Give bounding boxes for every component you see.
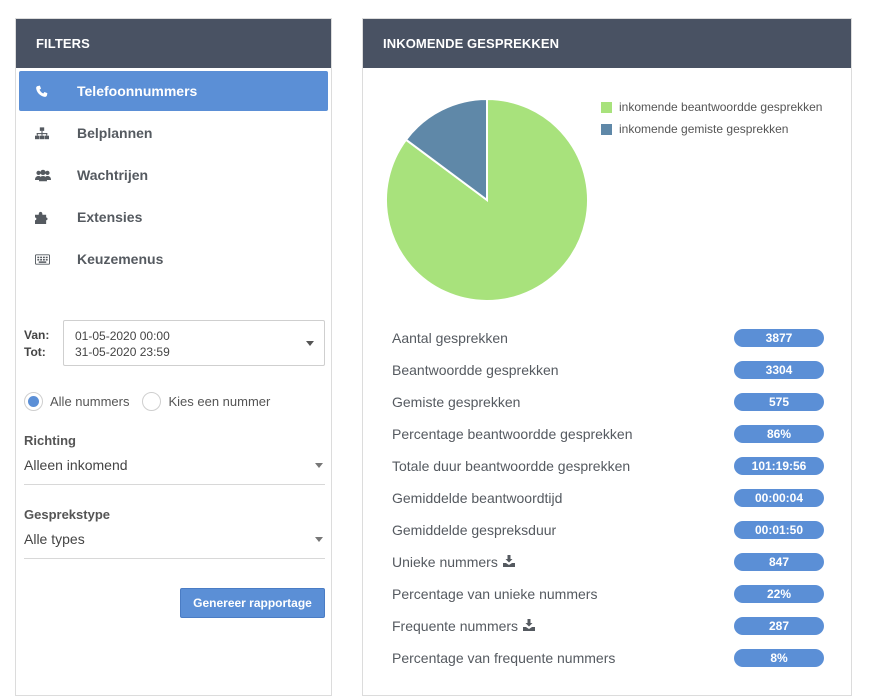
- stat-label-wrap: Percentage van frequente nummers: [392, 650, 615, 666]
- chart-legend: inkomende beantwoordde gesprekken inkomen…: [601, 96, 822, 140]
- legend-item: inkomende beantwoordde gesprekken: [601, 96, 822, 118]
- call-type-select[interactable]: Alle types: [24, 529, 325, 559]
- nav-label: Wachtrijen: [77, 167, 149, 183]
- filters-panel: FILTERS Telefoonnummers Belplannen Wacht…: [15, 18, 332, 696]
- keyboard-icon: [35, 252, 61, 266]
- chevron-down-icon: [306, 341, 314, 346]
- nav-label: Extensies: [77, 209, 143, 225]
- stat-row: Unieke nummers 847: [392, 546, 824, 578]
- stat-value-badge: 86%: [734, 425, 824, 443]
- radio-choose-number-label[interactable]: Kies een nummer: [168, 394, 270, 409]
- stat-label: Gemiddelde gespreksduur: [392, 522, 557, 538]
- generate-report-button[interactable]: Genereer rapportage: [180, 588, 325, 618]
- radio-all-numbers[interactable]: [24, 392, 43, 411]
- nav-item-keuzemenus[interactable]: Keuzemenus: [19, 239, 328, 279]
- date-to-value: 31-05-2020 23:59: [75, 345, 170, 359]
- nav-item-belplannen[interactable]: Belplannen: [19, 113, 328, 153]
- stat-label-wrap: Totale duur beantwoordde gesprekken: [392, 458, 630, 474]
- legend-swatch: [601, 123, 612, 135]
- stat-label-wrap: Gemiddelde gespreksduur: [392, 522, 556, 538]
- nav-item-extensies[interactable]: Extensies: [19, 197, 328, 237]
- radio-all-numbers-label[interactable]: Alle nummers: [50, 394, 129, 409]
- direction-select[interactable]: Alleen inkomend: [24, 455, 325, 485]
- date-range-labels: Van: Tot:: [24, 327, 49, 361]
- nav-label: Telefoonnummers: [77, 83, 198, 99]
- stat-label: Gemiste gesprekken: [392, 394, 521, 410]
- legend-item: inkomende gemiste gesprekken: [601, 118, 822, 140]
- sitemap-icon: [35, 126, 61, 140]
- stat-row: Totale duur beantwoordde gesprekken 101:1…: [392, 450, 824, 482]
- stat-value-badge: 287: [734, 617, 824, 635]
- stat-value-badge: 00:01:50: [734, 521, 824, 539]
- stat-row: Percentage van unieke nummers 22%: [392, 578, 824, 610]
- stat-label-wrap: Aantal gesprekken: [392, 330, 508, 346]
- radio-choose-number[interactable]: [142, 392, 162, 411]
- puzzle-icon: [35, 210, 61, 224]
- stat-label: Percentage van frequente nummers: [392, 650, 616, 666]
- stat-label: Frequente nummers: [392, 618, 519, 634]
- stat-row: Percentage beantwoordde gesprekken 86%: [392, 418, 824, 450]
- stat-row: Percentage van frequente nummers 8%: [392, 642, 824, 674]
- nav-label: Keuzemenus: [77, 251, 164, 267]
- stat-value-badge: 3877: [734, 329, 824, 347]
- stat-label-wrap: Gemiste gesprekken: [392, 394, 520, 410]
- download-icon[interactable]: [523, 618, 536, 634]
- date-from-value: 01-05-2020 00:00: [75, 329, 170, 343]
- chevron-down-icon: [315, 537, 323, 542]
- stat-label: Percentage beantwoordde gesprekken: [392, 426, 633, 442]
- stat-row: Frequente nummers 287: [392, 610, 824, 642]
- stat-row: Aantal gesprekken 3877: [392, 322, 824, 354]
- stat-row: Gemiste gesprekken 575: [392, 386, 824, 418]
- stat-label: Beantwoordde gesprekken: [392, 362, 559, 378]
- stat-value-badge: 101:19:56: [734, 457, 824, 475]
- date-to-label: Tot:: [24, 345, 46, 359]
- stat-value-badge: 8%: [734, 649, 824, 667]
- stat-value-badge: 22%: [734, 585, 824, 603]
- stat-label: Gemiddelde beantwoordtijd: [392, 490, 563, 506]
- legend-label: inkomende gemiste gesprekken: [619, 122, 789, 136]
- filters-title: FILTERS: [16, 19, 331, 68]
- direction-label: Richting: [24, 433, 76, 448]
- stat-label: Aantal gesprekken: [392, 330, 508, 346]
- stat-value-badge: 3304: [734, 361, 824, 379]
- download-icon[interactable]: [502, 554, 515, 570]
- stat-label-wrap: Frequente nummers: [392, 618, 536, 634]
- report-title: INKOMENDE GESPREKKEN: [363, 19, 851, 68]
- call-type-value: Alle types: [24, 531, 85, 547]
- stat-value-badge: 847: [734, 553, 824, 571]
- chevron-down-icon: [315, 463, 323, 468]
- date-range-picker[interactable]: 01-05-2020 00:00 31-05-2020 23:59: [63, 320, 325, 366]
- report-panel: INKOMENDE GESPREKKEN inkomende beantwoor…: [362, 18, 852, 696]
- call-type-label: Gesprekstype: [24, 507, 110, 522]
- stat-label-wrap: Beantwoordde gesprekken: [392, 362, 559, 378]
- stat-row: Gemiddelde beantwoordtijd 00:00:04: [392, 482, 824, 514]
- stat-label: Percentage van unieke nummers: [392, 586, 598, 602]
- calls-pie-chart: [385, 97, 589, 302]
- number-selection: Alle nummers Kies een nummer: [24, 392, 283, 411]
- phone-icon: [35, 84, 61, 98]
- stat-label-wrap: Percentage van unieke nummers: [392, 586, 597, 602]
- stat-row: Beantwoordde gesprekken 3304: [392, 354, 824, 386]
- nav-item-wachtrijen[interactable]: Wachtrijen: [19, 155, 328, 195]
- stat-value-badge: 00:00:04: [734, 489, 824, 507]
- nav-label: Belplannen: [77, 125, 153, 141]
- date-from-label: Van:: [24, 328, 50, 342]
- legend-label: inkomende beantwoordde gesprekken: [619, 100, 823, 114]
- stat-value-badge: 575: [734, 393, 824, 411]
- stat-row: Gemiddelde gespreksduur 00:01:50: [392, 514, 824, 546]
- nav-item-telefoonnummers[interactable]: Telefoonnummers: [19, 71, 328, 111]
- direction-value: Alleen inkomend: [24, 457, 128, 473]
- stat-label-wrap: Gemiddelde beantwoordtijd: [392, 490, 562, 506]
- stat-label-wrap: Unieke nummers: [392, 554, 515, 570]
- legend-swatch: [601, 101, 612, 113]
- stat-label: Unieke nummers: [392, 554, 498, 570]
- users-icon: [35, 168, 61, 182]
- stat-label: Totale duur beantwoordde gesprekken: [392, 458, 631, 474]
- stat-label-wrap: Percentage beantwoordde gesprekken: [392, 426, 633, 442]
